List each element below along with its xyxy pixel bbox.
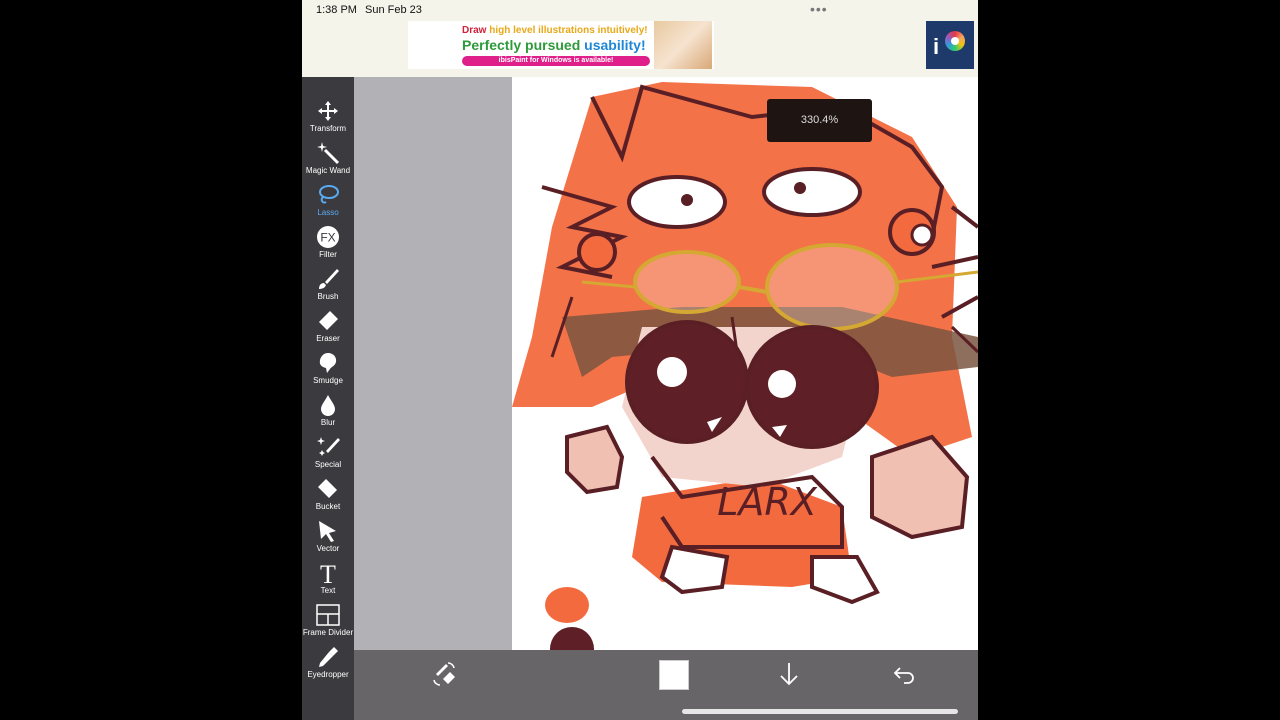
ad-banner-bar: i Draw high level illustrations intuitiv… [302,18,978,76]
status-date: Sun Feb 23 [365,4,422,16]
undo-button[interactable] [884,660,924,690]
tool-label: Bucket [315,502,341,511]
brush-eraser-swap-icon [433,662,455,686]
lasso-icon [319,185,339,204]
cursor-icon [319,521,336,542]
tool-transform[interactable]: Transform [302,99,354,141]
tool-blur[interactable]: Blur [302,393,354,435]
svg-text:T: T [320,561,336,585]
text-icon: T [320,561,336,585]
tool-label: Text [320,586,336,595]
down-arrow-icon [780,663,798,686]
tool-bucket[interactable]: Bucket [302,477,354,519]
status-time: 1:38 PM [316,4,357,16]
eraser-icon [319,311,338,330]
tool-text[interactable]: T Text [302,561,354,603]
tool-label: Special [314,460,342,469]
current-color-swatch [659,660,689,690]
home-indicator[interactable] [682,709,958,714]
tool-magic-wand[interactable]: Magic Wand [302,141,354,183]
ipad-screen: 1:38 PM Sun Feb 23 ••• i Draw high level… [302,0,978,720]
tool-label: Magic Wand [305,166,351,175]
sparkle-pen-icon [317,437,340,456]
tool-filter[interactable]: FX Filter [302,225,354,267]
layer-down-button[interactable] [769,660,809,690]
magic-wand-icon [317,142,340,165]
artwork-lettering: LARX [717,480,818,524]
tool-special[interactable]: Special [302,435,354,477]
smudge-icon [319,353,337,373]
tool-label: Eyedropper [307,670,349,679]
brush-icon [319,269,339,289]
eyedropper-icon [319,647,338,667]
ad-headline: Draw high level illustrations intuitivel… [462,25,648,36]
tool-eraser[interactable]: Eraser [302,309,354,351]
tool-eyedropper[interactable]: Eyedropper [302,645,354,687]
tool-label: Frame Divider [302,628,354,637]
ad-banner[interactable]: Draw high level illustrations intuitivel… [408,21,714,69]
tool-label: Smudge [313,376,343,385]
tool-label: Blur [320,418,336,427]
tool-lasso[interactable]: Lasso [302,183,354,225]
tool-palette: Transform Magic Wand Lasso FX Filter Bru… [302,77,354,720]
brush-eraser-swap-button[interactable] [424,660,464,690]
frame-divider-icon [316,604,340,626]
ad-portrait-image [654,21,712,69]
tool-label: Brush [317,292,339,301]
zoom-indicator: 330.4% [767,99,872,142]
color-swatch-button[interactable] [654,660,694,690]
undo-icon [893,667,914,684]
move-arrows-icon [318,101,338,121]
ibispaint-app-icon[interactable]: i [926,21,974,69]
drop-icon [321,395,335,416]
bucket-icon [318,479,337,498]
tool-label: Eraser [316,334,340,343]
svg-text:FX: FX [320,231,335,245]
ad-windows-pill[interactable]: ibisPaint for Windows is available! [462,56,650,66]
tool-label: Vector [316,544,340,553]
character-artwork: LARX [512,82,978,650]
drawing-canvas[interactable]: LARX [512,77,978,650]
tool-frame-divider[interactable]: Frame Divider [302,603,354,645]
ad-tagline: Perfectly pursued usability! [462,37,646,53]
tool-vector[interactable]: Vector [302,519,354,561]
tool-label: Filter [319,250,337,259]
fx-icon: FX [317,226,339,248]
tool-smudge[interactable]: Smudge [302,351,354,393]
tool-brush[interactable]: Brush [302,267,354,309]
canvas-offscreen-area [354,77,512,650]
tool-label: Lasso [317,208,339,217]
ellipsis-icon[interactable]: ••• [810,1,828,17]
tool-label: Transform [309,124,347,133]
